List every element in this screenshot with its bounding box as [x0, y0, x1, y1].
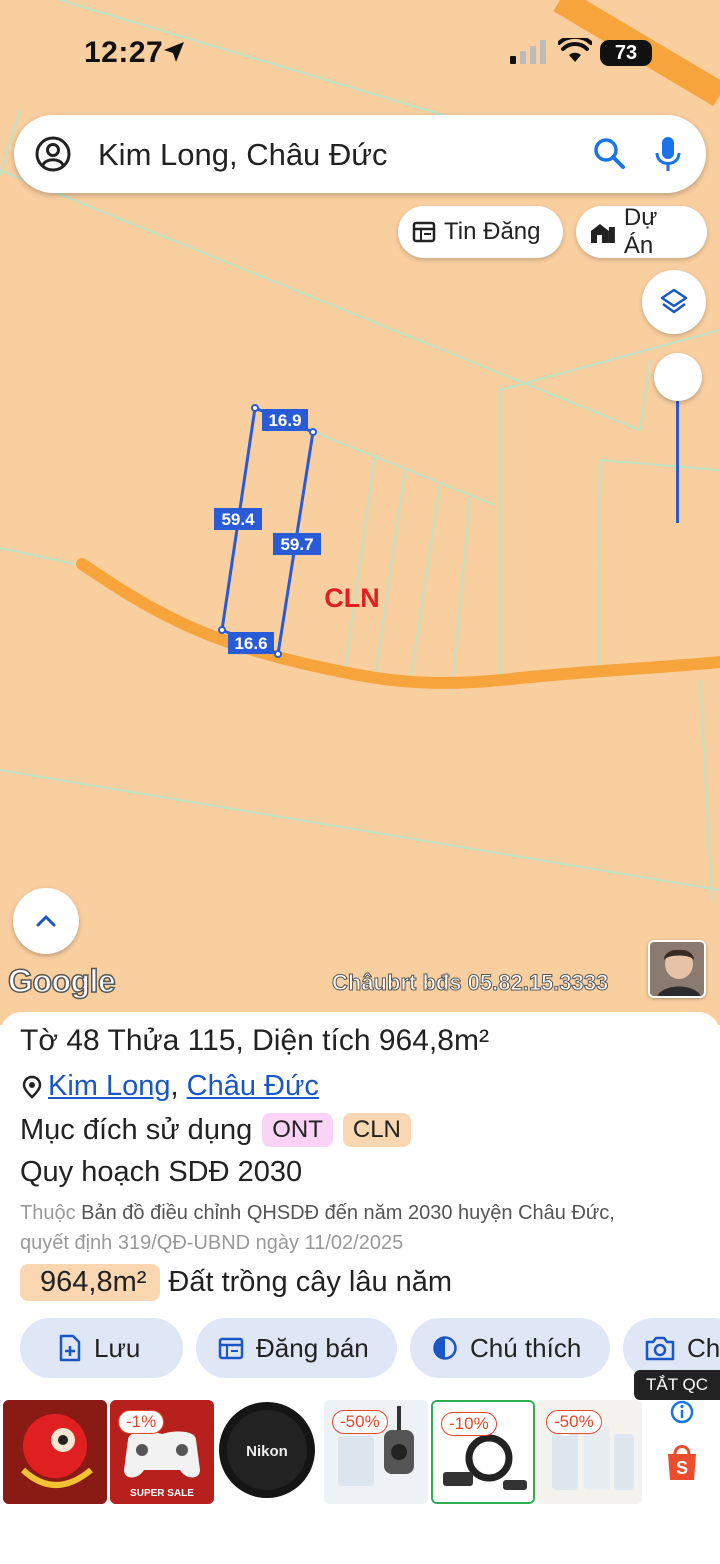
parcel-title: Tờ 48 Thửa 115, Diện tích 964,8m²: [20, 1024, 489, 1058]
edge-label-top: 16.9: [268, 411, 301, 430]
projects-chip[interactable]: Dự Án: [576, 204, 707, 259]
location-pin-icon: [22, 1075, 42, 1099]
ad-discount-badge: -10%: [441, 1412, 497, 1436]
lion-dance-image: [3, 1400, 107, 1504]
plan-description: Thuộc Bản đồ điều chỉnh QHSDĐ đến năm 20…: [20, 1198, 710, 1258]
add-file-icon: [59, 1334, 81, 1362]
account-icon[interactable]: [34, 135, 72, 173]
plot-label: Thửa: [107, 1024, 180, 1057]
sheet-label: Tờ: [20, 1024, 58, 1057]
shopee-icon[interactable]: S: [660, 1440, 704, 1484]
purpose-tag-cln[interactable]: CLN: [342, 1113, 411, 1147]
contrast-icon: [433, 1336, 457, 1360]
search-bar[interactable]: Kim Long, Châu Đức: [14, 115, 706, 193]
edge-label-left: 59.4: [221, 510, 255, 529]
ad-discount-badge: -50%: [332, 1410, 388, 1434]
road: [76, 558, 720, 689]
wifi-icon: [558, 38, 592, 62]
cellular-signal-icon: [510, 40, 546, 64]
battery-indicator: 73: [600, 40, 652, 66]
ad-text: Nikon: [246, 1443, 288, 1460]
district-link[interactable]: Châu Đức: [187, 1070, 319, 1102]
legend-button-label: Chú thích: [470, 1332, 582, 1363]
location-row: Kim Long, Châu Đức: [22, 1070, 319, 1103]
legend-button[interactable]: Chú thích: [410, 1318, 610, 1378]
hide-ads-button[interactable]: TẮT QC: [634, 1370, 720, 1400]
area-label: , Diện tích: [235, 1024, 371, 1057]
plot-number: 115: [187, 1024, 236, 1057]
status-bar: 12:27 73: [0, 0, 720, 100]
photo-button[interactable]: Ch: [623, 1318, 720, 1378]
purpose-label: Mục đích sử dụng: [20, 1113, 253, 1146]
projects-chip-label: Dự Án: [623, 204, 658, 259]
ad-strip: SUPER SALE -1% Nikon -50% -10% -50%: [0, 1400, 720, 1510]
edge-label-bottom: 16.6: [234, 634, 267, 653]
land-use-label: CLN: [324, 583, 380, 613]
chevron-up-icon: [36, 915, 56, 927]
photo-button-label: Ch: [687, 1332, 720, 1363]
ad-discount-badge: -50%: [546, 1410, 602, 1434]
post-sale-button[interactable]: Đăng bán: [196, 1318, 397, 1378]
area-type: Đất trồng cây lâu năm: [168, 1266, 453, 1298]
google-logo: Google: [7, 962, 116, 1000]
listings-chip[interactable]: Tin Đăng: [398, 206, 563, 258]
edge-label-right: 59.7: [280, 535, 313, 554]
calendar-icon: [218, 1337, 244, 1360]
buildings-icon: [590, 224, 615, 243]
expand-button[interactable]: [13, 888, 79, 954]
purpose-tag-ont[interactable]: ONT: [262, 1113, 333, 1147]
info-icon[interactable]: [670, 1400, 694, 1424]
layers-button[interactable]: [642, 270, 706, 334]
plan-name: Bản đồ điều chỉnh QHSDĐ đến năm 2030 huy…: [81, 1202, 615, 1224]
layers-icon: [660, 288, 688, 314]
commune-link[interactable]: Kim Long: [48, 1070, 171, 1102]
ad-text: SUPER SALE: [130, 1488, 194, 1499]
status-time: 12:27: [84, 36, 164, 69]
post-sale-button-label: Đăng bán: [256, 1332, 369, 1363]
watermark-text: Châubrt bđs 05.82.15.3333: [331, 970, 609, 996]
search-input[interactable]: Kim Long, Châu Đức: [98, 137, 388, 173]
ad-item[interactable]: -50%: [324, 1400, 428, 1504]
plan-prefix: Thuộc: [20, 1202, 76, 1224]
svg-text:S: S: [676, 1458, 688, 1478]
map-view[interactable]: 16.9 59.4 59.7 16.6 CLN 12:27 73 Kim Lon…: [0, 0, 720, 1025]
ad-discount-badge: -1%: [118, 1410, 165, 1434]
selected-parcel[interactable]: [220, 405, 315, 657]
ad-item[interactable]: SUPER SALE -1%: [110, 1400, 214, 1504]
land-purpose-row: Mục đích sử dụng ONT CLN: [20, 1113, 411, 1147]
microphone-icon[interactable]: [654, 135, 682, 173]
area-badge: 964,8m²: [20, 1264, 161, 1301]
area-type-row: 964,8m² Đất trồng cây lâu năm: [20, 1264, 452, 1301]
location-arrow-icon: [164, 42, 184, 62]
area-value: 964,8m²: [378, 1024, 489, 1057]
avatar[interactable]: [648, 940, 706, 998]
search-icon[interactable]: [592, 136, 626, 170]
save-button-label: Lưu: [94, 1332, 141, 1363]
sheet-number: 48: [66, 1024, 100, 1057]
listing-icon: [412, 221, 436, 243]
ad-item[interactable]: -10%: [431, 1400, 535, 1504]
avatar-photo: [650, 942, 704, 996]
opacity-slider-handle[interactable]: [654, 353, 702, 401]
ad-item[interactable]: -50%: [538, 1400, 642, 1504]
ad-item[interactable]: [3, 1400, 107, 1504]
lens-cap-image: Nikon: [217, 1400, 321, 1504]
camera-add-icon: [645, 1336, 675, 1361]
plan-title: Quy hoạch SDĐ 2030: [20, 1156, 303, 1188]
ad-item[interactable]: Nikon: [217, 1400, 321, 1504]
save-button[interactable]: Lưu: [20, 1318, 183, 1378]
plan-decision: quyết định 319/QĐ-UBND ngày 11/02/2025: [20, 1232, 404, 1254]
listings-chip-label: Tin Đăng: [444, 218, 541, 245]
